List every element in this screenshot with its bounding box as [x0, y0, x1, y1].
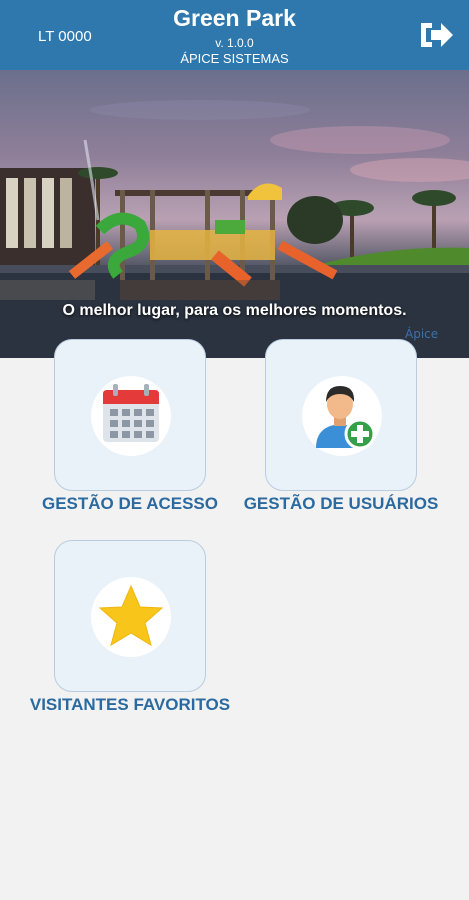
star-icon [98, 584, 164, 647]
hero-banner: Ápice O melhor lugar, para os melhores m… [0, 70, 469, 358]
favorite-visitors-tile[interactable] [54, 540, 206, 692]
access-management-tile[interactable] [54, 339, 206, 491]
svg-text:Ápice: Ápice [405, 326, 438, 341]
app-header: LT 0000 Green Park v. 1.0.0 ÁPICE SISTEM… [0, 0, 469, 70]
user-management-label[interactable]: GESTÃO DE USUÁRIOS [241, 494, 441, 514]
user-management-tile[interactable] [265, 339, 417, 491]
brand-block: Green Park v. 1.0.0 ÁPICE SISTEMAS [0, 4, 469, 67]
hero-tagline: O melhor lugar, para os melhores momento… [62, 302, 407, 319]
add-user-icon [316, 386, 376, 450]
logout-icon [421, 23, 453, 47]
app-version: v. 1.0.0 [215, 36, 254, 50]
calendar-icon [103, 384, 159, 442]
favorite-visitors-label[interactable]: VISITANTES FAVORITOS [10, 695, 250, 715]
access-management-label[interactable]: GESTÃO DE ACESSO [30, 494, 230, 514]
company-name: ÁPICE SISTEMAS [180, 51, 289, 66]
app-title: Green Park [173, 5, 296, 31]
logout-button[interactable] [417, 18, 457, 52]
